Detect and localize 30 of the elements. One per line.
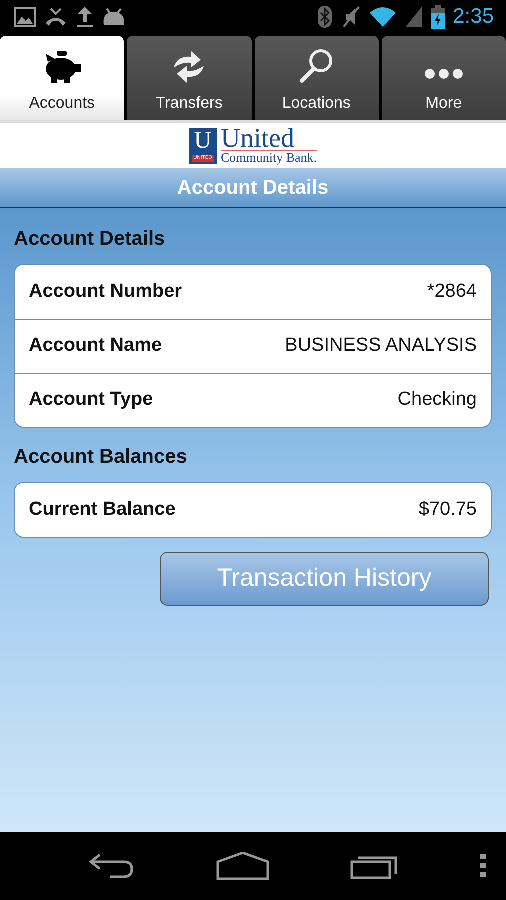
status-time: 2:35 <box>453 4 494 30</box>
tab[interactable]: Transfers <box>127 36 252 120</box>
field-label: Account Type <box>29 388 154 412</box>
section-title: Account Details <box>14 227 166 252</box>
field-value: BUSINESS ANALYSIS <box>285 334 477 358</box>
field-value: $70.75 <box>418 498 477 522</box>
field-value: Checking <box>398 388 477 412</box>
signal-icon <box>405 6 424 28</box>
field-label: Current Balance <box>29 498 176 522</box>
field-label: Account Number <box>29 280 182 304</box>
logo-name: United <box>220 126 296 150</box>
back-icon[interactable] <box>88 852 136 880</box>
field-value: *2864 <box>427 280 477 304</box>
logo-subtitle: Community Bank. <box>220 150 318 165</box>
header-title: Account Details <box>0 168 506 208</box>
bluetooth-icon <box>317 4 334 28</box>
battery-icon <box>431 4 446 28</box>
upload-icon <box>76 6 94 28</box>
muted-icon <box>341 6 362 28</box>
tab[interactable]: Locations <box>254 36 379 120</box>
overflow-menu-icon[interactable] <box>480 854 486 878</box>
tab[interactable]: Accounts <box>0 36 124 120</box>
missed-call-icon <box>44 6 68 26</box>
tab[interactable]: More <box>382 36 506 120</box>
picture-icon <box>14 6 36 26</box>
home-icon[interactable] <box>216 852 270 880</box>
field-label: Account Name <box>29 334 162 358</box>
wifi-icon <box>369 6 398 28</box>
section-title: Account Balances <box>14 445 188 470</box>
android-icon <box>102 8 126 26</box>
